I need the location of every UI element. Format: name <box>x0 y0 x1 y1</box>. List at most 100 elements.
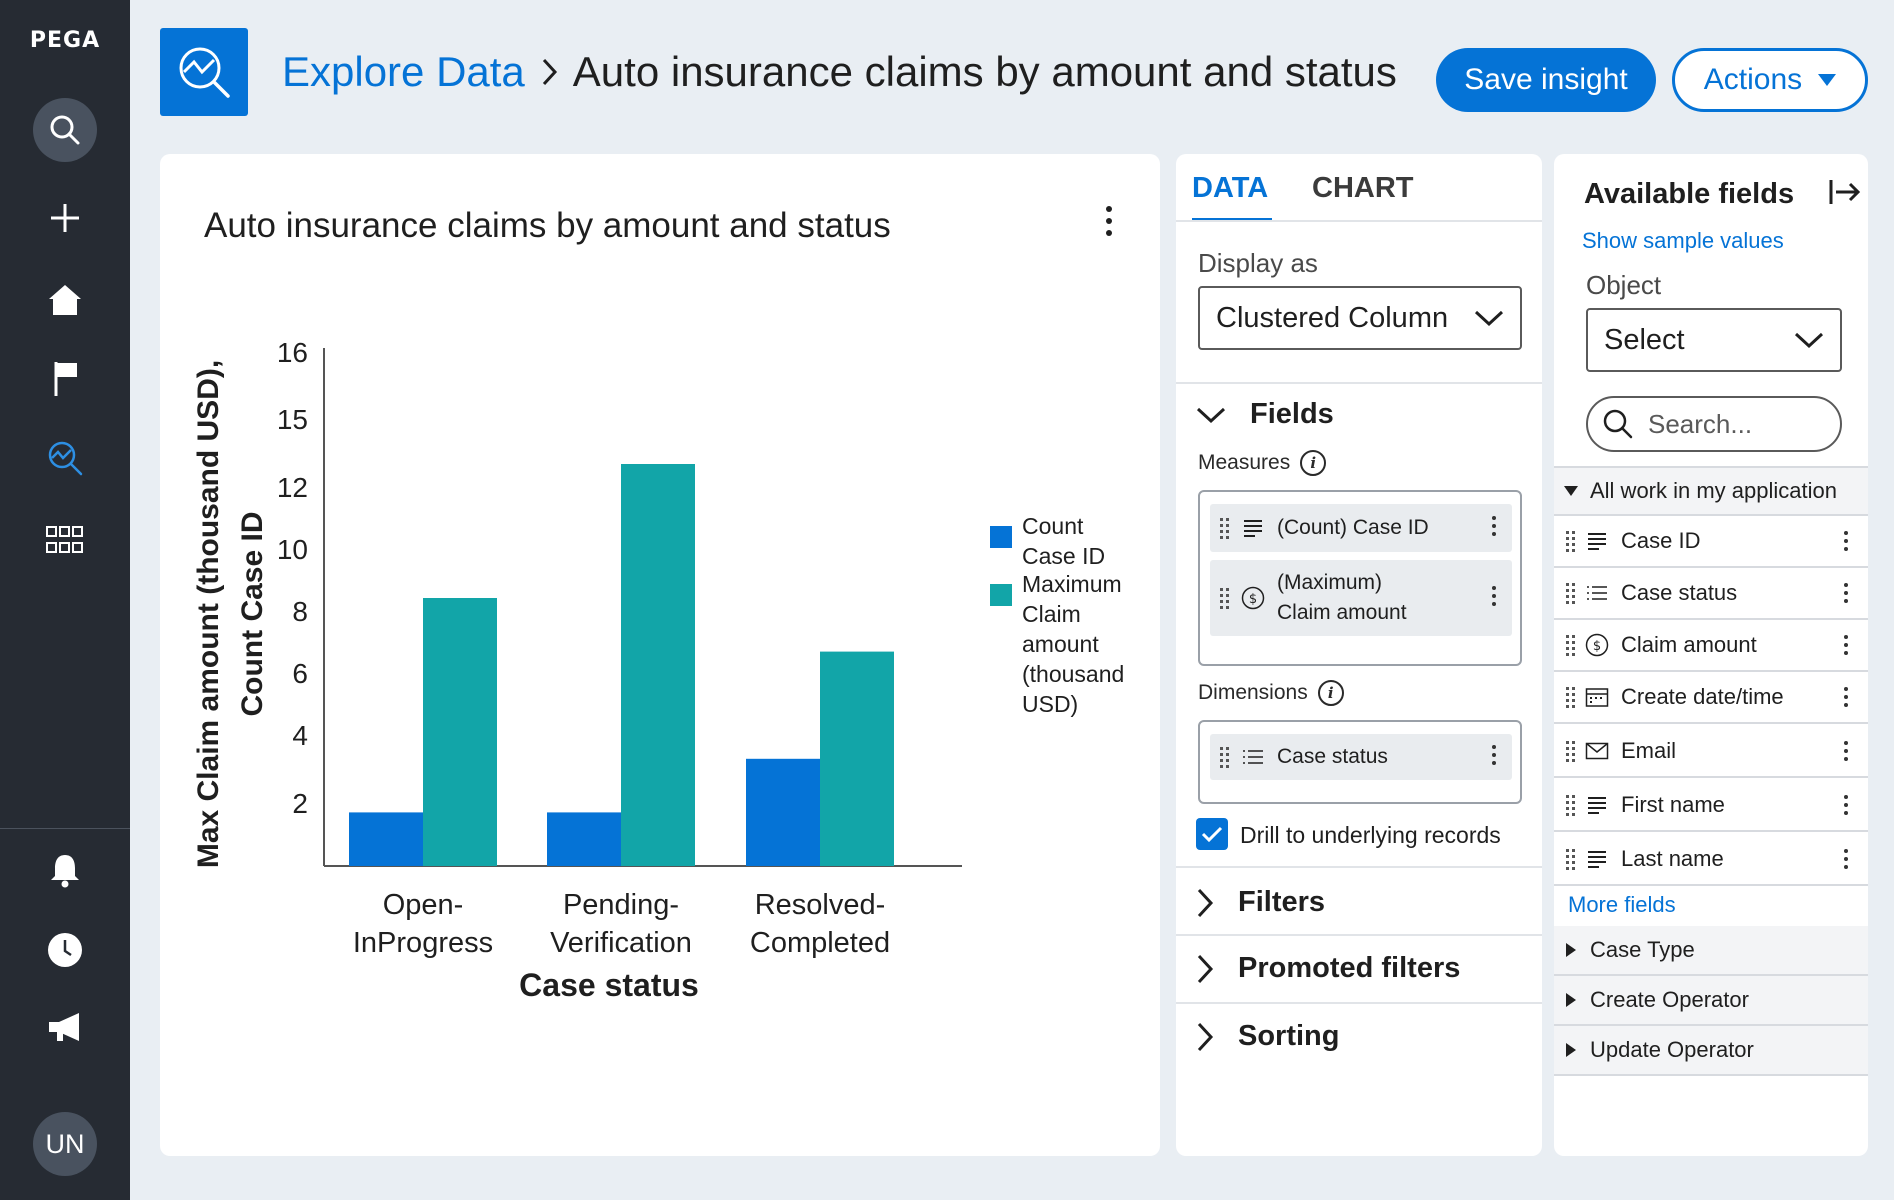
field-row[interactable]: $ Claim amount <box>1554 620 1868 672</box>
envelope-icon <box>1585 739 1609 763</box>
legend-label: USD) <box>1022 691 1078 717</box>
field-more-icon[interactable] <box>1844 583 1848 603</box>
flag-icon[interactable] <box>33 346 97 410</box>
group-all-work-toggle[interactable]: All work in my application <box>1554 466 1868 516</box>
drag-handle-icon[interactable] <box>1566 582 1575 604</box>
explore-data-icon[interactable] <box>33 426 97 490</box>
object-select[interactable]: Select <box>1586 308 1842 372</box>
chevron-right-icon <box>539 56 559 88</box>
measure-label-line-2: Claim amount <box>1277 601 1407 624</box>
caret-right-icon <box>1566 1043 1576 1057</box>
group-create-operator-toggle[interactable]: Create Operator <box>1554 976 1868 1026</box>
x-tick-label: InProgress <box>353 927 493 959</box>
measure-more-icon[interactable] <box>1492 516 1496 536</box>
legend-label: Claim <box>1022 601 1081 627</box>
y-axis-title: Count Case ID <box>236 511 269 716</box>
group-case-type-toggle[interactable]: Case Type <box>1554 926 1868 976</box>
y-axis-title: Max Claim amount (thousand USD), <box>192 360 225 868</box>
info-icon[interactable]: i <box>1317 680 1344 706</box>
text-lines-icon <box>1241 516 1265 540</box>
sorting-heading: Sorting <box>1238 1020 1340 1052</box>
dimensions-label-row: Dimensions i <box>1198 680 1344 706</box>
y-tick-label: 2 <box>292 788 308 819</box>
rail-divider <box>0 828 130 829</box>
field-search-input[interactable]: Search... <box>1586 396 1842 452</box>
tab-chart[interactable]: CHART <box>1312 172 1414 205</box>
display-as-select[interactable]: Clustered Column <box>1198 286 1522 350</box>
field-more-icon[interactable] <box>1844 687 1848 707</box>
field-row[interactable]: First name <box>1554 780 1868 832</box>
search-placeholder: Search... <box>1648 408 1753 439</box>
field-more-icon[interactable] <box>1844 531 1848 551</box>
bell-icon[interactable] <box>33 838 97 902</box>
chevron-right-icon <box>1197 888 1214 917</box>
chevron-right-icon <box>1197 1022 1214 1051</box>
info-icon[interactable]: i <box>1300 450 1327 476</box>
caret-right-icon <box>1566 993 1576 1007</box>
bar <box>621 464 695 866</box>
drill-checkbox[interactable] <box>1196 818 1228 850</box>
sorting-section-toggle[interactable]: Sorting <box>1196 1020 1340 1053</box>
tab-data[interactable]: DATA <box>1192 172 1268 205</box>
search-icon[interactable] <box>33 98 97 162</box>
fields-heading: Fields <box>1250 398 1334 430</box>
field-more-icon[interactable] <box>1844 795 1848 815</box>
more-fields-link[interactable]: More fields <box>1568 892 1676 918</box>
drag-handle-icon[interactable] <box>1220 517 1229 539</box>
drag-handle-icon[interactable] <box>1220 746 1229 768</box>
drag-handle-icon[interactable] <box>1566 686 1575 708</box>
plus-icon[interactable] <box>33 186 97 250</box>
drag-handle-icon[interactable] <box>1566 848 1575 870</box>
field-row[interactable]: Create date/time <box>1554 672 1868 724</box>
actions-button[interactable]: Actions <box>1672 48 1868 112</box>
display-as-label: Display as <box>1198 248 1318 278</box>
group-label: All work in my application <box>1590 478 1837 503</box>
divider <box>1176 1002 1542 1004</box>
promoted-filters-section-toggle[interactable]: Promoted filters <box>1196 952 1460 985</box>
group-update-operator-toggle[interactable]: Update Operator <box>1554 1026 1868 1076</box>
breadcrumb-explore-data-link[interactable]: Explore Data <box>282 48 525 96</box>
filters-section-toggle[interactable]: Filters <box>1196 886 1325 919</box>
apps-grid-icon[interactable] <box>33 508 97 572</box>
field-more-icon[interactable] <box>1844 635 1848 655</box>
nav-rail: PEGA UN <box>0 0 130 1200</box>
megaphone-icon[interactable] <box>33 996 97 1060</box>
field-row[interactable]: Email <box>1554 726 1868 778</box>
checkmark-icon <box>1201 826 1223 843</box>
measure-label-line-1: (Maximum) <box>1277 571 1382 594</box>
fields-section-toggle[interactable]: Fields <box>1196 398 1334 431</box>
measure-pill[interactable]: (Count) Case ID <box>1210 504 1512 552</box>
measure-pill-label: (Maximum) Claim amount <box>1277 568 1407 628</box>
drag-handle-icon[interactable] <box>1566 740 1575 762</box>
drag-handle-icon[interactable] <box>1566 634 1575 656</box>
drag-handle-icon[interactable] <box>1220 587 1229 609</box>
text-lines-icon <box>1585 529 1609 553</box>
collapse-panel-icon[interactable] <box>1828 176 1862 213</box>
y-tick-label: 12 <box>277 472 308 503</box>
drag-handle-icon[interactable] <box>1566 794 1575 816</box>
measure-more-icon[interactable] <box>1492 586 1496 606</box>
clock-icon[interactable] <box>33 918 97 982</box>
field-label: Case status <box>1621 580 1738 605</box>
filters-heading: Filters <box>1238 886 1326 918</box>
dimensions-drop-zone[interactable]: Case status <box>1198 720 1522 804</box>
divider <box>1176 866 1542 868</box>
save-insight-button[interactable]: Save insight <box>1436 48 1656 112</box>
home-icon[interactable] <box>33 268 97 332</box>
field-more-icon[interactable] <box>1844 849 1848 869</box>
show-sample-values-link[interactable]: Show sample values <box>1582 228 1784 254</box>
avatar[interactable]: UN <box>33 1112 97 1176</box>
chevron-down-icon <box>1474 310 1504 327</box>
drill-label[interactable]: Drill to underlying records <box>1240 822 1501 849</box>
field-row[interactable]: Case status <box>1554 568 1868 620</box>
measures-drop-zone[interactable]: (Count) Case ID $ (Maximum) Claim amount <box>1198 490 1522 666</box>
dimension-pill[interactable]: Case status <box>1210 734 1512 780</box>
field-more-icon[interactable] <box>1844 741 1848 761</box>
y-tick-label: 4 <box>292 720 308 751</box>
drag-handle-icon[interactable] <box>1566 530 1575 552</box>
field-row[interactable]: Case ID <box>1554 516 1868 568</box>
dimension-more-icon[interactable] <box>1492 745 1496 765</box>
field-row[interactable]: Last name <box>1554 834 1868 886</box>
measure-pill[interactable]: $ (Maximum) Claim amount <box>1210 560 1512 636</box>
caret-down-icon <box>1818 74 1837 86</box>
